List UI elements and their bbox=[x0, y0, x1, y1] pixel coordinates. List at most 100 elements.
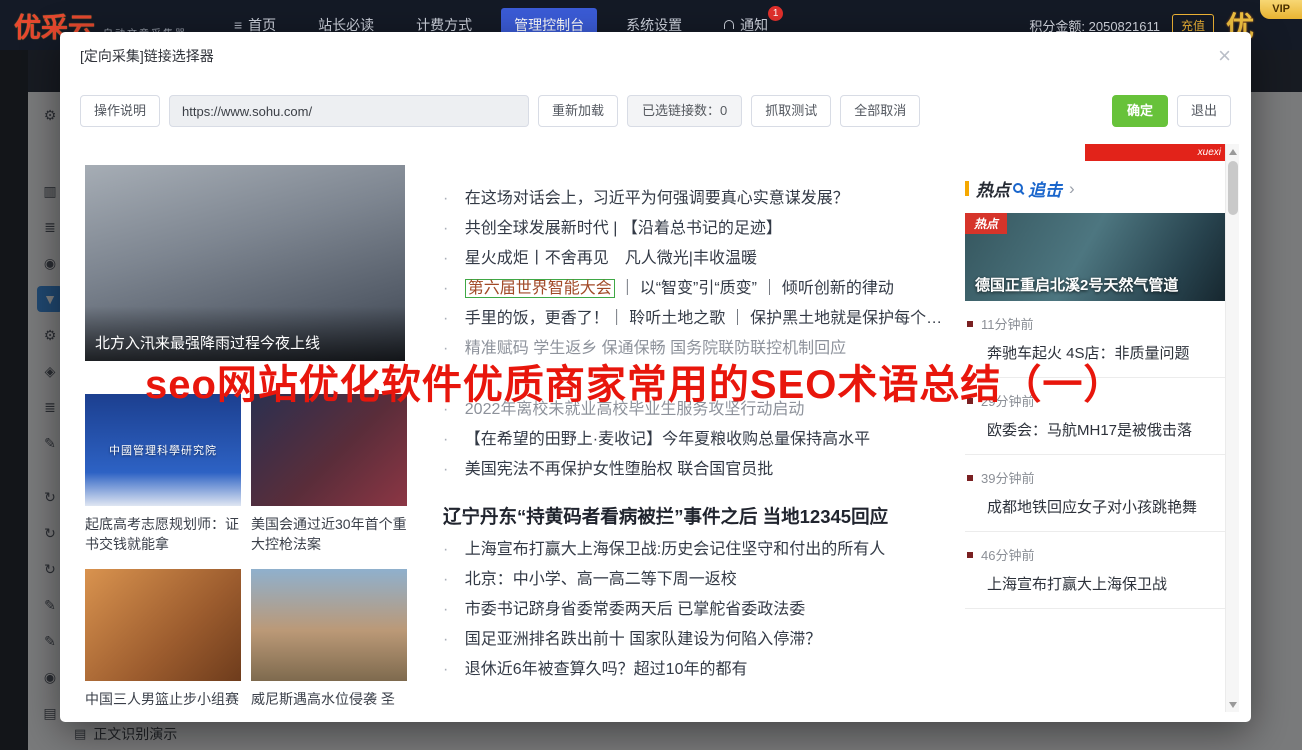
dialog-title: [定向采集]链接选择器 bbox=[80, 48, 214, 64]
news-link[interactable]: · 美国宪法不再保护女性堕胎权 联合国官员批 bbox=[443, 455, 958, 485]
close-icon[interactable]: × bbox=[1218, 45, 1231, 67]
cancel-all-button[interactable]: 全部取消 bbox=[840, 95, 921, 127]
bullet-icon: · bbox=[443, 250, 449, 267]
bullet-icon: · bbox=[443, 661, 449, 678]
bullet-icon: · bbox=[443, 310, 449, 327]
bullet-icon: · bbox=[443, 601, 449, 618]
news-link[interactable]: · 2022年离校未就业高校毕业生服务攻坚行动启动 bbox=[443, 395, 958, 425]
news-link[interactable]: · 北京：中小学、高一高二等下周一返校 bbox=[443, 565, 958, 595]
bullet-icon: · bbox=[443, 340, 449, 357]
yellow-bar-icon bbox=[965, 181, 969, 196]
hot-item-time-row: 29分钟前 bbox=[967, 391, 1225, 410]
news-link-text: 美国宪法不再保护女性堕胎权 联合国官员批 bbox=[464, 461, 774, 478]
hot-item-time-row: 46分钟前 bbox=[967, 545, 1225, 564]
hot-section-header[interactable]: 热点 追击 › bbox=[965, 176, 1225, 201]
exit-button[interactable]: 退出 bbox=[1176, 95, 1231, 127]
news-link[interactable]: · 共创全球发展新时代 | 【沿着总书记的足迹】 bbox=[443, 214, 958, 244]
news-link-text: 手里的饭，更香了！｜ 聆听土地之歌 ｜ 保护黑土地就是保护每个… bbox=[464, 310, 943, 327]
photo-news-card[interactable]: 中国三人男篮止步小组赛 bbox=[85, 568, 241, 709]
news-link-text: 市委书记跻身省委常委两天后 已掌舵省委政法委 bbox=[464, 601, 806, 618]
news-link-text: 国足亚洲排名跌出前十 国家队建设为何陷入停滞？ bbox=[464, 631, 822, 648]
hot-news-item[interactable]: 11分钟前 奔驰车起火 4S店：非质量问题 bbox=[965, 301, 1225, 378]
hot-item-title: 上海宣布打赢大上海保卫战 bbox=[987, 576, 1168, 593]
bullet-icon: · bbox=[443, 461, 449, 478]
news-link-text: 精准赋码 学生返乡 保通保畅 国务院联防联控机制回应 bbox=[464, 340, 847, 357]
hot-item-time: 29分钟前 bbox=[981, 394, 1035, 409]
selected-links-count: 已选链接数：0 bbox=[627, 95, 743, 127]
square-bullet-icon bbox=[967, 474, 973, 481]
hot-item-title: 成都地铁回应女子对小孩跳艳舞 bbox=[987, 499, 1198, 516]
bullet-icon: · bbox=[443, 220, 449, 237]
url-input[interactable] bbox=[169, 95, 530, 127]
hot-news-item[interactable]: 29分钟前 欧委会：马航MH17是被俄击落 bbox=[965, 378, 1225, 455]
hot-news-list: 11分钟前 奔驰车起火 4S店：非质量问题 29分钟前 欧委会：马航MH17是被… bbox=[965, 301, 1225, 609]
selected-link-highlight[interactable]: 第六届世界智能大会 bbox=[464, 279, 615, 298]
lead-photo-caption: 北方入汛来最强降雨过程今夜上线 bbox=[85, 306, 405, 361]
news-link[interactable]: · 市委书记跻身省委常委两天后 已掌舵省委政法委 bbox=[443, 595, 958, 625]
photo-news-grid: 中國管理科學研究院 起底高考志愿规划师：证书交钱就能拿 美国会通过近30年首个重… bbox=[85, 394, 409, 709]
hot-title: 热点 bbox=[976, 181, 1010, 200]
square-bullet-icon bbox=[967, 320, 973, 327]
news-link-text: 退休近6年被查算久吗？超过10年的都有 bbox=[464, 661, 748, 678]
dialog-toolbar: 操作说明 重新加载 已选链接数：0 抓取测试 全部取消 确定 退出 bbox=[80, 94, 1231, 128]
photo-news-card[interactable]: 威尼斯遇高水位侵袭 圣 bbox=[251, 568, 407, 709]
photo-news-card[interactable]: 美国会通过近30年首个重大控枪法案 bbox=[251, 394, 407, 555]
hot-news-item[interactable]: 39分钟前 成都地铁回应女子对小孩跳艳舞 bbox=[965, 455, 1225, 532]
news-link[interactable]: · 国足亚洲排名跌出前十 国家队建设为何陷入停滞？ bbox=[443, 625, 958, 655]
photo-caption: 威尼斯遇高水位侵袭 圣 bbox=[251, 690, 395, 707]
promo-banner-text: xuexi bbox=[1197, 147, 1221, 158]
news-thumbnail bbox=[85, 568, 241, 681]
news-link[interactable]: · 手里的饭，更香了！｜ 聆听土地之歌 ｜ 保护黑土地就是保护每个… bbox=[443, 304, 958, 334]
news-link-text: 在这场对话会上，习近平为何强调要真心实意谋发展？ bbox=[464, 190, 849, 207]
hot-item-time-row: 11分钟前 bbox=[967, 314, 1225, 333]
news-link[interactable]: · 在这场对话会上，习近平为何强调要真心实意谋发展？ bbox=[443, 184, 958, 214]
news-link-text: 辽宁丹东“持黄码者看病被拦”事件之后 当地12345回应 bbox=[443, 506, 889, 527]
news-link-text: 共创全球发展新时代 | 【沿着总书记的足迹】 bbox=[464, 220, 782, 237]
scroll-thumb[interactable] bbox=[1228, 161, 1238, 215]
hot-item-title: 欧委会：马航MH17是被俄击落 bbox=[987, 422, 1193, 439]
grab-test-button[interactable]: 抓取测试 bbox=[751, 95, 832, 127]
news-link-text: 2022年离校未就业高校毕业生服务攻坚行动启动 bbox=[464, 401, 805, 418]
magnifier-icon bbox=[1013, 182, 1025, 195]
news-thumbnail: 中國管理科學研究院 bbox=[85, 394, 241, 506]
hot-news-item[interactable]: 46分钟前 上海宣布打赢大上海保卫战 bbox=[965, 532, 1225, 609]
news-link[interactable]: · 星火成炬丨不舍再见 凡人微光|丰收温暖 bbox=[443, 244, 958, 274]
news-link-text: 上海宣布打赢大上海保卫战:历史会记住坚守和付出的所有人 bbox=[464, 541, 886, 558]
hot-news-column: 热点 追击 › 热点 德国正重启北溪2号天然气管道 11分钟前 奔驰车起火 4S… bbox=[965, 176, 1225, 609]
help-button[interactable]: 操作说明 bbox=[80, 95, 161, 127]
scroll-down-arrow[interactable] bbox=[1226, 697, 1240, 711]
bullet-icon: · bbox=[443, 190, 449, 207]
reload-button[interactable]: 重新加载 bbox=[538, 95, 619, 127]
news-link-list: · 在这场对话会上，习近平为何强调要真心实意谋发展？ · 共创全球发展新时代 |… bbox=[443, 184, 958, 685]
notification-badge: 1 bbox=[768, 6, 784, 21]
lead-photo[interactable]: 北方入汛来最强降雨过程今夜上线 bbox=[85, 165, 405, 361]
promo-banner[interactable]: xuexi bbox=[1085, 144, 1225, 161]
scroll-up-arrow[interactable] bbox=[1226, 145, 1240, 159]
hot-item-time: 39分钟前 bbox=[981, 471, 1035, 486]
hot-badge: 热点 bbox=[965, 213, 1008, 234]
embedded-browser: xuexi 北方入汛来最强降雨过程今夜上线 中國管理科學研究院 起底高考志愿规划… bbox=[75, 144, 1239, 712]
hot-featured-story[interactable]: 热点 德国正重启北溪2号天然气管道 bbox=[965, 213, 1225, 301]
news-link-text: 【在希望的田野上·麦收记】今年夏粮收购总量保持高水平 bbox=[464, 431, 871, 448]
news-link[interactable]: · 【在希望的田野上·麦收记】今年夏粮收购总量保持高水平 bbox=[443, 425, 958, 455]
photo-caption: 美国会通过近30年首个重大控枪法案 bbox=[251, 516, 407, 553]
news-link-text: 星火成炬丨不舍再见 凡人微光|丰收温暖 bbox=[464, 250, 757, 267]
bell-icon bbox=[724, 19, 735, 29]
browser-scrollbar[interactable] bbox=[1225, 144, 1239, 712]
bullet-icon: · bbox=[443, 571, 449, 588]
news-link[interactable]: · 退休近6年被查算久吗？超过10年的都有 bbox=[443, 655, 958, 685]
bullet-icon: · bbox=[443, 541, 449, 558]
news-link[interactable]: · 精准赋码 学生返乡 保通保畅 国务院联防联控机制回应 bbox=[443, 334, 958, 364]
bullet-icon: · bbox=[443, 431, 449, 448]
news-link-text: 北京：中小学、高一高二等下周一返校 bbox=[464, 571, 737, 588]
vip-badge: VIP bbox=[1260, 0, 1302, 19]
news-link-text: ｜ 以“智变”引“质变” ｜ 倾听创新的律动 bbox=[619, 280, 894, 297]
news-link[interactable]: · 第六届世界智能大会 ｜ 以“智变”引“质变” ｜ 倾听创新的律动 bbox=[443, 274, 958, 304]
square-bullet-icon bbox=[967, 397, 973, 404]
hot-item-time: 46分钟前 bbox=[981, 548, 1035, 563]
news-link[interactable]: · 辽宁丹东“持黄码者看病被拦”事件之后 当地12345回应 bbox=[443, 499, 958, 535]
hot-item-title: 奔驰车起火 4S店：非质量问题 bbox=[987, 345, 1190, 362]
photo-news-card[interactable]: 中國管理科學研究院 起底高考志愿规划师：证书交钱就能拿 bbox=[85, 394, 241, 555]
news-link[interactable]: · 上海宣布打赢大上海保卫战:历史会记住坚守和付出的所有人 bbox=[443, 535, 958, 565]
confirm-button[interactable]: 确定 bbox=[1111, 95, 1168, 127]
